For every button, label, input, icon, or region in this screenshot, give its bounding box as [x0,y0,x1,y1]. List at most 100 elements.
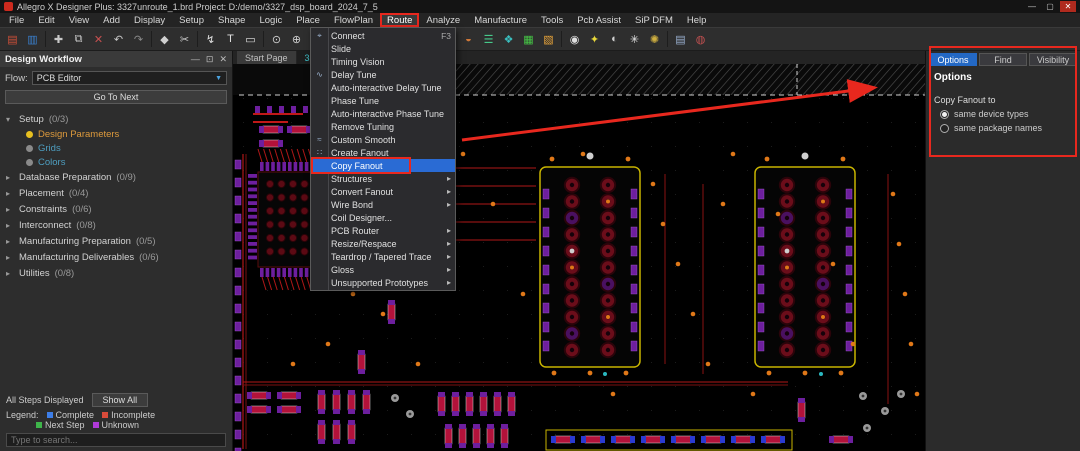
route-menu-item-auto-interactive-delay-tune[interactable]: Auto-interactive Delay Tune [311,81,455,94]
menu-item-place[interactable]: Place [289,13,327,27]
radio-same-package-names[interactable]: same package names [926,121,1080,135]
menu-item-route[interactable]: Route [380,13,419,27]
spreadsheet-icon[interactable]: ▦ [519,30,538,49]
menu-item-edit[interactable]: Edit [31,13,61,27]
workflow-step-setup[interactable]: ▾Setup(0/3) [0,111,232,127]
layers-icon[interactable]: ☰ [479,30,498,49]
menu-item-file[interactable]: File [2,13,31,27]
menu-item-setup[interactable]: Setup [172,13,211,27]
route-menu-item-teardrop-tapered-trace[interactable]: Teardrop / Tapered Trace▸ [311,250,455,263]
minimize-panel-icon[interactable]: — [191,54,200,65]
color-dialog-icon[interactable]: ◒ [459,30,478,49]
chevron-icon[interactable]: ▸ [6,205,14,214]
workflow-search-input[interactable] [6,433,226,447]
chevron-icon[interactable]: ▸ [6,173,14,182]
menu-item-pcb-assist[interactable]: Pcb Assist [570,13,628,27]
route-menu-item-structures[interactable]: Structures▸ [311,172,455,185]
workflow-step-database-preparation[interactable]: ▸Database Preparation(0/9) [0,169,232,185]
workflow-substep-grids[interactable]: Grids [0,141,232,155]
copy-icon[interactable]: ⧉ [69,30,88,49]
zoom-in-icon[interactable]: ⊕ [287,30,306,49]
redo-icon[interactable]: ↷ [129,30,148,49]
route-menu-item-custom-smooth[interactable]: ≈Custom Smooth [311,133,455,146]
menu-item-view[interactable]: View [62,13,96,27]
chevron-icon[interactable]: ▾ [6,115,14,124]
route-menu-item-copy-fanout[interactable]: Copy Fanout [311,159,455,172]
workflow-step-placement[interactable]: ▸Placement(0/4) [0,185,232,201]
library-icon[interactable]: ▧ [539,30,558,49]
chevron-icon[interactable]: ▸ [6,189,14,198]
shadow-mode-icon[interactable]: ✳ [625,30,644,49]
shape-add-icon[interactable]: ▭ [241,30,260,49]
menu-item-sip-dfm[interactable]: SiP DFM [628,13,680,27]
menu-item-add[interactable]: Add [96,13,127,27]
chevron-icon[interactable]: ▸ [6,221,14,230]
zoom-points-icon[interactable]: ⊙ [267,30,286,49]
close-button[interactable]: ✕ [1060,1,1076,12]
legend-swatch [47,412,53,418]
menu-item-flowplan[interactable]: FlowPlan [327,13,380,27]
status-icon[interactable]: ◍ [691,30,710,49]
menu-item-manufacture[interactable]: Manufacture [467,13,534,27]
radio-same-device-types[interactable]: same device types [926,107,1080,121]
copy-fanout-section-title: Copy Fanout to [926,85,1080,107]
close-panel-icon[interactable]: ✕ [219,54,227,65]
go-to-next-button[interactable]: Go To Next [5,90,227,104]
undo-icon[interactable]: ↶ [109,30,128,49]
menu-item-shape[interactable]: Shape [211,13,252,27]
maximize-button[interactable]: ▢ [1042,1,1058,12]
route-menu-item-slide[interactable]: Slide [311,42,455,55]
menu-item-analyze[interactable]: Analyze [419,13,467,27]
dim-icon[interactable]: ◐ [605,30,624,49]
panel-tab-find[interactable]: Find [979,53,1027,66]
route-menu-item-remove-tuning[interactable]: Remove Tuning [311,120,455,133]
workflow-step-interconnect[interactable]: ▸Interconnect(0/8) [0,217,232,233]
route-menu-item-wire-bond[interactable]: Wire Bond▸ [311,198,455,211]
cut-icon[interactable]: ✂ [175,30,194,49]
workflow-step-constraints[interactable]: ▸Constraints(0/6) [0,201,232,217]
flashlight-icon[interactable]: ✦ [585,30,604,49]
delete-icon[interactable]: ✕ [89,30,108,49]
highlight-icon[interactable]: ◉ [565,30,584,49]
menu-item-tools[interactable]: Tools [534,13,570,27]
route-menu-item-unsupported-prototypes[interactable]: Unsupported Prototypes▸ [311,276,455,289]
flow-select[interactable]: PCB Editor ▼ [32,71,227,85]
route-menu-item-pcb-router[interactable]: PCB Router▸ [311,224,455,237]
chevron-icon[interactable]: ▸ [6,269,14,278]
workflow-step-manufacturing-deliverables[interactable]: ▸Manufacturing Deliverables(0/6) [0,249,232,265]
chevron-icon[interactable]: ▸ [6,237,14,246]
route-menu-item-connect[interactable]: ⌖ConnectF3 [311,29,455,42]
workflow-step-utilities[interactable]: ▸Utilities(0/8) [0,265,232,281]
workflow-substep-design-parameters[interactable]: Design Parameters [0,127,232,141]
route-menu-item-phase-tune[interactable]: Phase Tune [311,94,455,107]
vertex-edit-icon[interactable]: ◆ [155,30,174,49]
route-menu-item-resize-respace[interactable]: Resize/Respace▸ [311,237,455,250]
menu-item-help[interactable]: Help [680,13,714,27]
text-icon[interactable]: T [221,30,240,49]
sun-mode-icon[interactable]: ✺ [645,30,664,49]
workflow-substep-colors[interactable]: Colors [0,155,232,169]
route-menu-item-gloss[interactable]: Gloss▸ [311,263,455,276]
show-all-button[interactable]: Show All [92,393,149,407]
workflow-step-manufacturing-preparation[interactable]: ▸Manufacturing Preparation(0/5) [0,233,232,249]
open-design-icon[interactable]: ▤ [3,30,22,49]
panel-tab-options[interactable]: Options [929,53,977,66]
route-menu-item-create-fanout[interactable]: ∷Create Fanout [311,146,455,159]
route-menu-item-timing-vision[interactable]: Timing Vision [311,55,455,68]
add-connect-icon[interactable]: ↯ [201,30,220,49]
panel-tab-visibility[interactable]: Visibility [1029,53,1077,66]
route-menu-item-convert-fanout[interactable]: Convert Fanout▸ [311,185,455,198]
properties-icon[interactable]: ▤ [671,30,690,49]
move-icon[interactable]: ✚ [49,30,68,49]
minimize-button[interactable]: — [1024,1,1040,12]
menu-item-display[interactable]: Display [127,13,172,27]
route-menu-item-delay-tune[interactable]: ∿Delay Tune [311,68,455,81]
chevron-icon[interactable]: ▸ [6,253,14,262]
route-menu-item-coil-designer[interactable]: Coil Designer... [311,211,455,224]
float-panel-icon[interactable]: ⊡ [206,54,214,65]
tab-start-page[interactable]: Start Page [237,51,296,64]
shape-edit-icon[interactable]: ❖ [499,30,518,49]
save-icon[interactable]: ▥ [23,30,42,49]
route-menu-item-auto-interactive-phase-tune[interactable]: Auto-interactive Phase Tune [311,107,455,120]
menu-item-logic[interactable]: Logic [252,13,289,27]
